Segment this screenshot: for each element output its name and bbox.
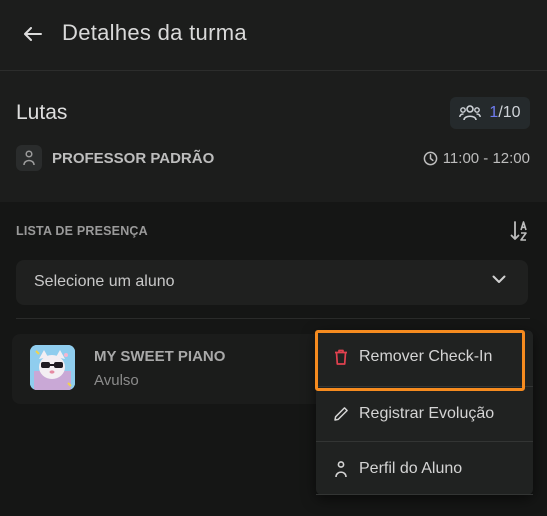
pencil-icon xyxy=(334,407,348,421)
chevron-down-icon xyxy=(492,275,506,283)
student-name: MY SWEET PIANO xyxy=(94,348,226,365)
class-name: Lutas xyxy=(16,101,68,124)
professor-avatar xyxy=(16,145,42,171)
group-icon xyxy=(459,105,482,121)
capacity-badge: 1/10 xyxy=(450,97,530,129)
class-info-panel: Lutas 1/10 PROFESSOR PADRÃO 11:00 - 12:0… xyxy=(0,71,547,201)
page-title: Detalhes da turma xyxy=(62,20,247,45)
student-context-menu: Remover Check-In Registrar Evolução Perf… xyxy=(316,330,533,495)
arrow-left-icon xyxy=(24,27,42,41)
sort-button[interactable] xyxy=(510,220,530,242)
student-select[interactable]: Selecione um aluno xyxy=(16,260,528,305)
menu-item-label: Perfil do Aluno xyxy=(359,460,463,477)
capacity-total: /10 xyxy=(498,104,521,121)
time-range: 11:00 - 12:00 xyxy=(442,150,530,167)
menu-item-student-profile[interactable]: Perfil do Aluno xyxy=(316,441,533,496)
menu-item-label: Registrar Evolução xyxy=(359,405,495,422)
student-plan: Avulso xyxy=(94,372,139,389)
menu-item-label: Remover Check-In xyxy=(359,348,493,365)
menu-item-register-evolution[interactable]: Registrar Evolução xyxy=(316,386,533,441)
capacity-current: 1 xyxy=(489,104,499,121)
app-header: Detalhes da turma xyxy=(0,0,547,71)
student-card[interactable]: MY SWEET PIANO Avulso xyxy=(12,334,342,404)
clock-icon xyxy=(423,151,438,166)
back-button[interactable] xyxy=(22,23,44,45)
class-time: 11:00 - 12:00 xyxy=(423,150,530,167)
trash-icon xyxy=(335,349,347,365)
student-select-placeholder: Selecione um aluno xyxy=(34,273,175,290)
menu-item-remove-checkin[interactable]: Remover Check-In xyxy=(316,330,533,386)
person-icon xyxy=(335,461,347,478)
sort-az-icon xyxy=(510,221,527,241)
attendance-list-title: LISTA DE PRESENÇA xyxy=(16,224,148,238)
professor-name: PROFESSOR PADRÃO xyxy=(52,150,215,167)
student-photo xyxy=(30,345,75,390)
person-icon xyxy=(23,150,35,166)
capacity-count: 1/10 xyxy=(489,104,520,122)
student-avatar xyxy=(30,345,75,390)
section-divider xyxy=(16,318,530,319)
menu-bottom-divider xyxy=(316,494,533,495)
